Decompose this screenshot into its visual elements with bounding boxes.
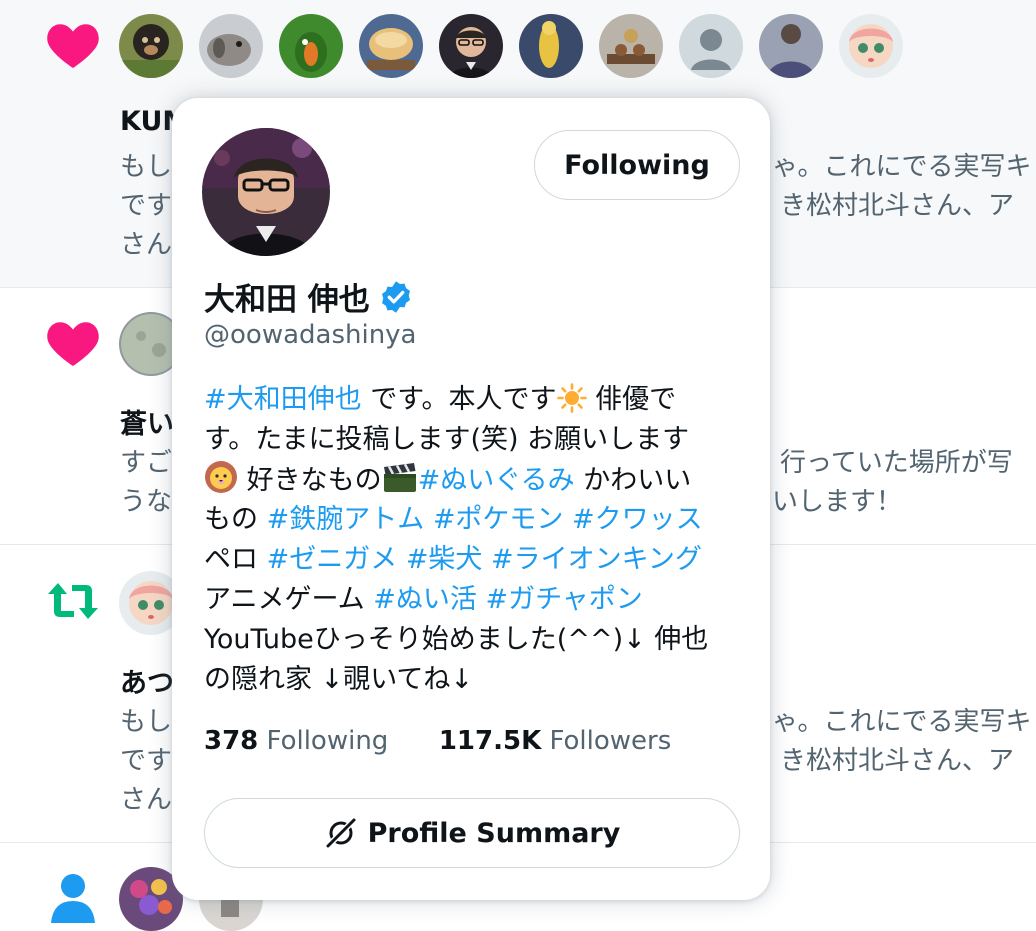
- following-button[interactable]: Following: [534, 130, 740, 200]
- hashtag-link[interactable]: #ガチャポン: [485, 584, 642, 615]
- bio-text: [482, 544, 491, 575]
- bio-text: アニメゲーム: [204, 584, 374, 615]
- bio-text: もの: [204, 504, 267, 535]
- followers-count: 117.5K: [438, 726, 542, 756]
- notification-text-line: もし: [120, 152, 173, 182]
- notification-text-line: き松村北斗さん、ア: [780, 746, 1015, 776]
- avatar-man-glasses[interactable]: [439, 14, 503, 78]
- bio-text: す。たまに投稿します(笑) お願いします: [204, 424, 690, 455]
- profile-summary-label: Profile Summary: [367, 817, 621, 849]
- bio-text: YouTubeひっそり始めました(^^)↓ 伸也: [204, 624, 709, 655]
- avatar-dog-1[interactable]: [119, 14, 183, 78]
- avatar-default[interactable]: [679, 14, 743, 78]
- avatar-tea[interactable]: [599, 14, 663, 78]
- bio-line: アニメゲーム #ぬい活 #ガチャポン: [204, 580, 744, 620]
- followers-label: Followers: [541, 726, 672, 756]
- bio-text: [424, 504, 433, 535]
- notification-text-line: いします！: [772, 487, 903, 517]
- notification-text-line: さん: [120, 230, 173, 260]
- heart-icon: [47, 24, 99, 68]
- notification-text-line: き松村北斗さん、ア: [780, 191, 1015, 221]
- notification-text-line: さん: [120, 785, 173, 815]
- notification-author[interactable]: あつ: [120, 661, 174, 700]
- avatar-figure[interactable]: [519, 14, 583, 78]
- bio-text: ペロ: [204, 544, 267, 575]
- hashtag-link[interactable]: #ゼニガメ: [267, 544, 398, 575]
- bio-text: かわいい: [574, 465, 692, 496]
- profile-hover-card: Following 大和田 伸也 @oowadashinya #大和田伸也 です…: [172, 98, 770, 900]
- bio-line: #大和田伸也 です。本人です 俳優で: [204, 380, 744, 420]
- follow-stats: 378 Following 117.5K Followers: [204, 726, 671, 756]
- hashtag-link[interactable]: #ライオンキング: [491, 544, 702, 575]
- following-stat[interactable]: 378 Following: [204, 726, 388, 756]
- hashtag-link[interactable]: #ぬい活: [373, 584, 477, 615]
- retweet-icon: [48, 583, 98, 619]
- bio-line: 好きなもの #ぬいぐるみ かわいい: [204, 460, 744, 500]
- hashtag-link[interactable]: #クワッス: [572, 504, 703, 535]
- hashtag-link[interactable]: #鉄腕アトム: [267, 504, 425, 535]
- avatar-food[interactable]: [359, 14, 423, 78]
- bio-line: もの #鉄腕アトム #ポケモン #クワッス: [204, 500, 744, 540]
- display-name[interactable]: 大和田 伸也: [204, 274, 370, 319]
- profile-summary-button[interactable]: Profile Summary: [204, 798, 740, 868]
- verified-badge-icon: [381, 280, 410, 313]
- display-name-row[interactable]: 大和田 伸也: [204, 274, 414, 319]
- bio-text: [563, 504, 572, 535]
- notification-text-line: もし: [120, 707, 173, 737]
- user-handle[interactable]: @oowadashinya: [204, 320, 417, 350]
- person-icon: [51, 874, 95, 923]
- following-label: Following: [258, 726, 389, 756]
- notification-text-line: すご: [120, 448, 173, 478]
- notification-text-line: です: [120, 191, 173, 221]
- hashtag-link[interactable]: #柴犬: [406, 544, 483, 575]
- heart-icon: [47, 322, 99, 366]
- bio-line: す。たまに投稿します(笑) お願いします: [204, 420, 744, 460]
- bio-line: ペロ #ゼニガメ #柴犬 #ライオンキング: [204, 540, 744, 580]
- followers-stat[interactable]: 117.5K Followers: [439, 726, 671, 756]
- notification-text-line: 行っていた場所が写: [780, 448, 1013, 478]
- hashtag-link[interactable]: #ポケモン: [433, 504, 564, 535]
- bio-text: 好きなもの: [238, 465, 382, 496]
- clapperboard-icon: [383, 463, 416, 492]
- hashtag-link[interactable]: #ぬいぐるみ: [418, 465, 575, 496]
- bio-text: の隠れ家 ↓覗いてね↓: [204, 664, 474, 695]
- lion-icon: [205, 461, 237, 493]
- grok-slash-icon: [325, 817, 356, 849]
- bio-line: の隠れ家 ↓覗いてね↓: [204, 660, 744, 700]
- hashtag-link[interactable]: #大和田伸也: [204, 384, 362, 415]
- bio-text: 俳優で: [586, 384, 677, 415]
- avatar-dog-2[interactable]: [199, 14, 263, 78]
- avatar-anime-girl[interactable]: [839, 14, 903, 78]
- notification-text-line: ゃ。これにでる実写キ: [772, 707, 1032, 737]
- notification-text-line: ゃ。これにでる実写キ: [772, 152, 1032, 182]
- profile-bio: #大和田伸也 です。本人です 俳優で す。たまに投稿します(笑) お願いします …: [204, 380, 744, 700]
- notification-text-line: うな: [120, 487, 173, 517]
- sun-icon: [556, 383, 587, 413]
- profile-avatar[interactable]: [202, 128, 330, 256]
- notification-author[interactable]: 蒼い: [120, 402, 174, 441]
- following-count: 378: [204, 726, 259, 756]
- bio-text: [397, 544, 406, 575]
- bio-line: YouTubeひっそり始めました(^^)↓ 伸也: [204, 620, 744, 660]
- avatar-green-bird[interactable]: [279, 14, 343, 78]
- avatar-person-hoodie[interactable]: [759, 14, 823, 78]
- notification-text-line: です: [120, 746, 173, 776]
- bio-text: です。本人です: [361, 384, 557, 415]
